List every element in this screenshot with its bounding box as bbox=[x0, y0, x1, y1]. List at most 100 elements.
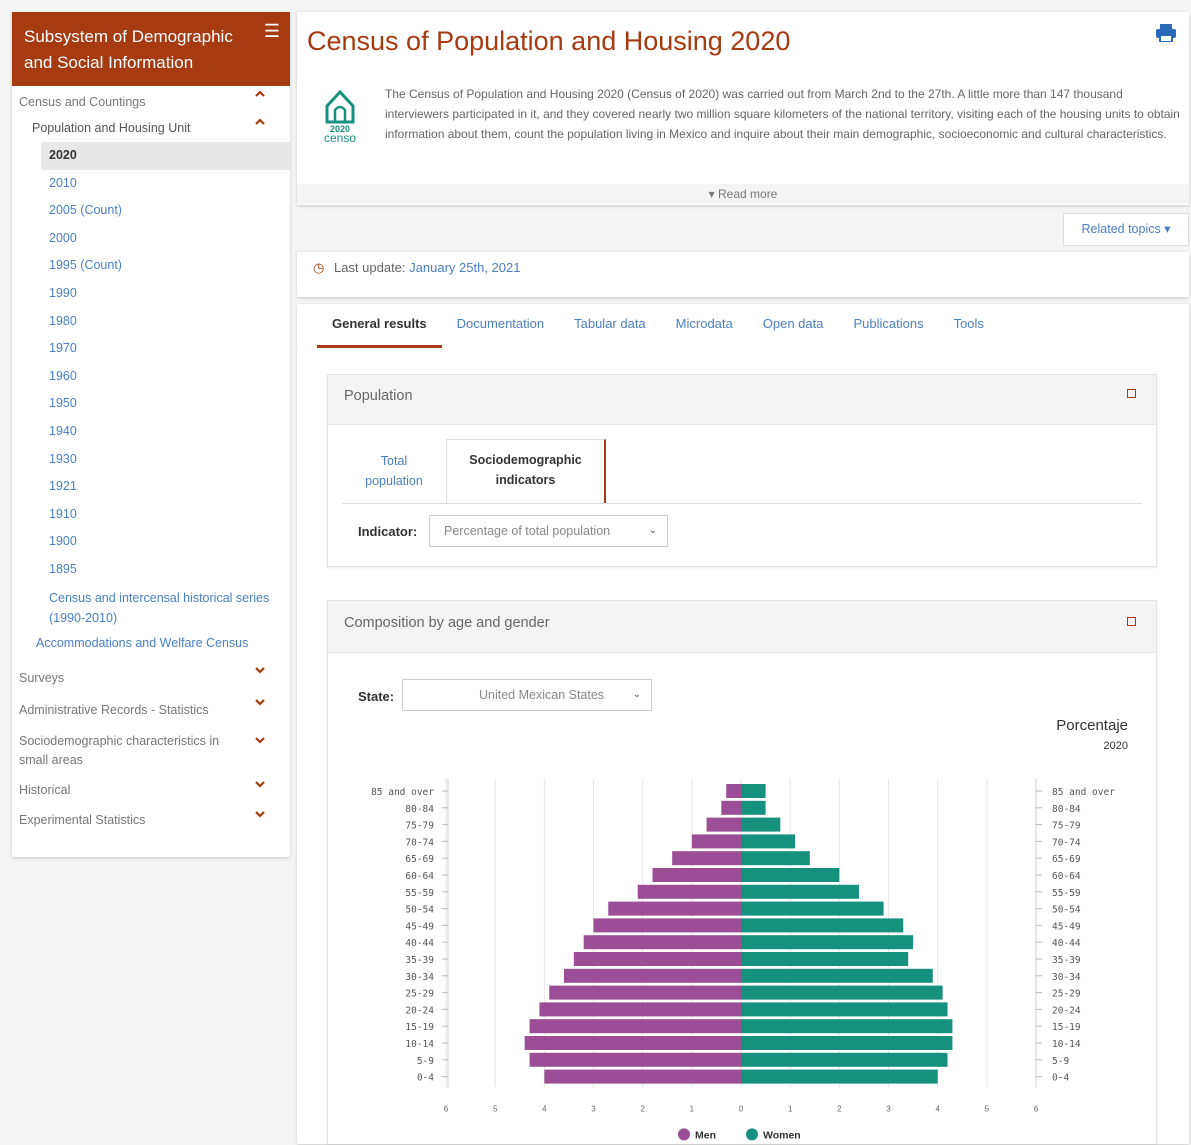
y-tick-label-left: 15-19 bbox=[405, 1022, 434, 1033]
tab-publications[interactable]: Publications bbox=[838, 304, 938, 348]
subtab-sociodemographic[interactable]: Sociodemographic indicators bbox=[446, 439, 606, 503]
chart-title: Porcentaje bbox=[1056, 717, 1128, 734]
y-tick-label-right: 80-84 bbox=[1052, 804, 1081, 815]
y-tick-label-right: 45-49 bbox=[1052, 921, 1081, 932]
year-2005[interactable]: 2005 (Count) bbox=[41, 197, 290, 225]
print-icon[interactable] bbox=[1155, 24, 1177, 43]
bar-men bbox=[573, 952, 741, 966]
chevron-down-icon bbox=[254, 808, 266, 820]
year-2000[interactable]: 2000 bbox=[41, 225, 290, 253]
x-tick-label: 2 bbox=[640, 1104, 645, 1113]
legend-marker-women bbox=[746, 1128, 758, 1141]
sidebar-item-small-areas[interactable]: Sociodemographic characteristics in smal… bbox=[12, 726, 290, 776]
sidebar-item-admin-records[interactable]: Administrative Records - Statistics bbox=[12, 694, 290, 726]
tab-tabular-data[interactable]: Tabular data bbox=[559, 304, 661, 348]
bar-women bbox=[741, 851, 810, 866]
sidebar-item-historical[interactable]: Historical bbox=[12, 776, 290, 806]
legend-marker-men bbox=[678, 1128, 690, 1141]
bar-men bbox=[691, 834, 741, 849]
bar-women bbox=[741, 884, 859, 899]
sidebar: Subsystem of Demographic and Social Info… bbox=[12, 12, 290, 857]
chevron-up-icon bbox=[254, 116, 266, 128]
last-update-date[interactable]: January 25th, 2021 bbox=[409, 260, 520, 275]
year-1940[interactable]: 1940 bbox=[41, 418, 290, 446]
sidebar-item-census-countings[interactable]: Census and Countings bbox=[12, 86, 290, 114]
sidebar-item-label: Surveys bbox=[19, 670, 65, 685]
year-1995[interactable]: 1995 (Count) bbox=[41, 252, 290, 280]
tab-documentation[interactable]: Documentation bbox=[442, 304, 559, 348]
y-tick-label-right: 15-19 bbox=[1052, 1022, 1081, 1033]
sidebar-item-surveys[interactable]: Surveys bbox=[12, 662, 290, 694]
y-tick-label-right: 70-74 bbox=[1052, 837, 1081, 848]
year-1990[interactable]: 1990 bbox=[41, 280, 290, 308]
tab-tools[interactable]: Tools bbox=[939, 304, 999, 348]
year-1900[interactable]: 1900 bbox=[41, 528, 290, 556]
bar-men bbox=[608, 901, 741, 916]
last-update-label: Last update: bbox=[333, 260, 406, 275]
bar-women bbox=[741, 1052, 948, 1067]
y-tick-label-right: 5-9 bbox=[1052, 1056, 1069, 1067]
subtab-divider bbox=[342, 503, 1142, 504]
hamburger-menu-icon[interactable]: ☰ bbox=[264, 22, 280, 40]
bar-women bbox=[741, 1036, 953, 1050]
indicator-value: Percentage of total population bbox=[444, 524, 611, 538]
sidebar-item-accommodations[interactable]: Accommodations and Welfare Census bbox=[12, 632, 290, 662]
year-2010[interactable]: 2010 bbox=[41, 170, 290, 198]
clock-icon: ◷ bbox=[313, 260, 325, 275]
y-tick-label-right: 65-69 bbox=[1052, 854, 1081, 865]
sidebar-item-population-housing[interactable]: Population and Housing Unit bbox=[12, 114, 290, 142]
bar-men bbox=[524, 1036, 741, 1050]
sidebar-item-label: Census and Countings bbox=[19, 95, 146, 109]
composition-panel: Composition by age and gender State: Uni… bbox=[327, 600, 1157, 1144]
y-tick-label-left: 25-29 bbox=[405, 989, 434, 1000]
x-tick-label: 6 bbox=[1034, 1104, 1039, 1113]
sidebar-item-label: Population and Housing Unit bbox=[32, 121, 191, 135]
year-1895[interactable]: 1895 bbox=[41, 556, 290, 584]
sidebar-item-historic-series[interactable]: Census and intercensal historical series… bbox=[12, 584, 290, 632]
year-1930[interactable]: 1930 bbox=[41, 446, 290, 474]
y-tick-label-left: 60-64 bbox=[405, 871, 434, 882]
x-tick-label: 4 bbox=[542, 1104, 547, 1113]
year-1970[interactable]: 1970 bbox=[41, 335, 290, 363]
indicator-select[interactable]: Percentage of total population ⌄ bbox=[429, 515, 668, 547]
y-tick-label-right: 60-64 bbox=[1052, 871, 1081, 882]
chevron-down-icon: ⌄ bbox=[648, 525, 657, 536]
y-tick-label-left: 0-4 bbox=[417, 1073, 434, 1084]
tab-open-data[interactable]: Open data bbox=[748, 304, 839, 348]
x-tick-label: 0 bbox=[739, 1104, 744, 1113]
x-tick-label: 1 bbox=[690, 1104, 695, 1113]
collapse-icon[interactable] bbox=[1127, 617, 1136, 626]
y-tick-label-right: 20-24 bbox=[1052, 1005, 1081, 1016]
bar-men bbox=[721, 800, 741, 815]
page-title: Census of Population and Housing 2020 bbox=[307, 26, 791, 56]
bar-women bbox=[741, 1002, 948, 1017]
y-tick-label-right: 55-59 bbox=[1052, 888, 1081, 899]
year-1910[interactable]: 1910 bbox=[41, 501, 290, 529]
read-more-link[interactable]: ▾ Read more bbox=[297, 184, 1189, 204]
year-2020[interactable]: 2020 bbox=[41, 142, 290, 170]
related-topics-button[interactable]: Related topics ▾ bbox=[1063, 213, 1189, 246]
state-value: United Mexican States bbox=[479, 688, 605, 702]
chevron-down-icon bbox=[254, 778, 266, 790]
bar-men bbox=[726, 784, 741, 798]
year-1950[interactable]: 1950 bbox=[41, 390, 290, 418]
subtab-total-population[interactable]: Total population bbox=[352, 451, 436, 491]
year-1980[interactable]: 1980 bbox=[41, 308, 290, 336]
results-tabs: General results Documentation Tabular da… bbox=[317, 304, 999, 348]
y-tick-label-left: 10-14 bbox=[405, 1039, 434, 1050]
tab-microdata[interactable]: Microdata bbox=[661, 304, 748, 348]
panel-title: Composition by age and gender bbox=[344, 615, 550, 631]
collapse-icon[interactable] bbox=[1127, 389, 1136, 398]
bar-women bbox=[741, 952, 909, 966]
tab-general-results[interactable]: General results bbox=[317, 304, 442, 348]
censo-logo: 2020 censo bbox=[315, 82, 365, 145]
y-tick-label-right: 40-44 bbox=[1052, 938, 1081, 949]
y-tick-label-right: 10-14 bbox=[1052, 1039, 1081, 1050]
intro-card: Census of Population and Housing 2020 20… bbox=[297, 12, 1189, 205]
year-1921[interactable]: 1921 bbox=[41, 473, 290, 501]
year-1960[interactable]: 1960 bbox=[41, 363, 290, 391]
sidebar-item-experimental[interactable]: Experimental Statistics bbox=[12, 806, 290, 836]
y-tick-label-right: 0-4 bbox=[1052, 1073, 1069, 1084]
sidebar-item-label: Experimental Statistics bbox=[19, 812, 146, 827]
y-tick-label-right: 50-54 bbox=[1052, 905, 1081, 916]
